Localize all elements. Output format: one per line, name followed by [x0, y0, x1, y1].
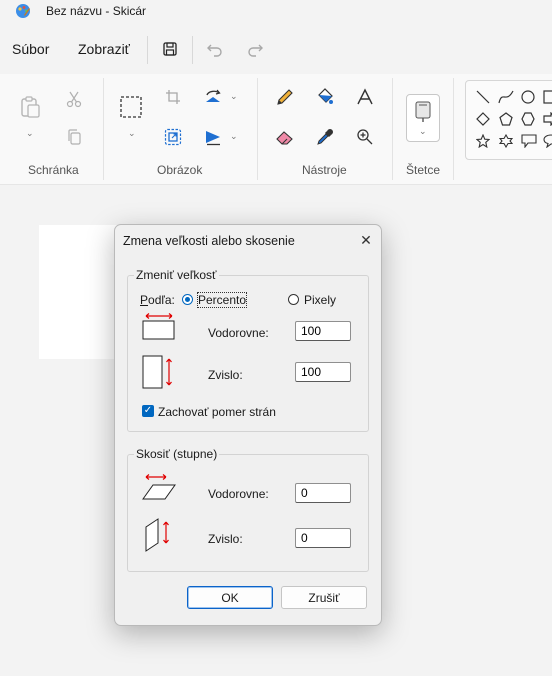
skew-legend: Skosiť (stupne) [134, 447, 220, 461]
cancel-button[interactable]: Zrušiť [281, 586, 367, 609]
arrow-shape-icon[interactable] [543, 112, 552, 126]
skew-vertical-input[interactable] [295, 528, 351, 548]
magnifier-icon[interactable] [352, 124, 378, 150]
line-shape-icon[interactable] [476, 90, 490, 104]
menu-file[interactable]: Súbor [12, 41, 49, 57]
drawing-canvas[interactable] [39, 225, 117, 359]
rotate-icon[interactable] [200, 84, 226, 110]
close-icon[interactable]: ✕ [355, 229, 377, 251]
pixels-radio[interactable] [288, 294, 299, 305]
title-bar: Bez názvu - Skicár [0, 0, 552, 24]
pixels-label[interactable]: Pixely [304, 293, 336, 307]
pentagon-shape-icon[interactable] [499, 112, 513, 126]
text-icon[interactable] [352, 84, 378, 110]
resize-skew-dialog: Zmena veľkosti alebo skosenie ✕ Zmeniť v… [114, 224, 382, 626]
fill-bucket-icon[interactable] [312, 84, 338, 110]
vertical-resize-icon [142, 355, 172, 389]
flip-icon[interactable] [200, 124, 226, 150]
skew-vertical-label: Zvislo: [208, 532, 243, 546]
resize-icon[interactable] [160, 124, 186, 150]
callout-oval-icon[interactable] [543, 134, 552, 148]
color-picker-icon[interactable] [312, 124, 338, 150]
ribbon-divider [103, 78, 104, 180]
ok-button[interactable]: OK [187, 586, 273, 609]
chevron-down-icon[interactable]: ⌄ [230, 91, 238, 102]
chevron-down-icon: ⌄ [419, 126, 427, 136]
oval-shape-icon[interactable] [521, 90, 535, 104]
chevron-down-icon[interactable]: ⌄ [230, 131, 238, 142]
resize-legend: Zmeniť veľkosť [134, 268, 219, 282]
star-shape-icon[interactable] [476, 134, 490, 148]
menu-view[interactable]: Zobraziť [78, 41, 130, 57]
keep-ratio-label[interactable]: Zachovať pomer strán [158, 405, 276, 419]
percent-label[interactable]: Percento [196, 292, 248, 308]
ribbon: ⌄ Schránka ⌄ ⌄ ⌄ Obrázok Nástroje ⌄ Štet… [0, 74, 552, 185]
copy-icon[interactable] [61, 124, 87, 150]
keep-ratio-checkbox[interactable]: ✓ [142, 405, 154, 417]
redo-icon[interactable] [242, 36, 268, 62]
ribbon-divider [453, 78, 454, 180]
skew-group: Skosiť (stupne) Vodorovne: Zvislo: [127, 447, 369, 572]
six-point-star-icon[interactable] [499, 134, 513, 148]
rectangle-shape-icon[interactable] [543, 90, 552, 104]
window-title: Bez názvu - Skicár [46, 4, 147, 18]
skew-horizontal-input[interactable] [295, 483, 351, 503]
group-label-brushes: Štetce [406, 163, 441, 177]
ribbon-divider [392, 78, 393, 180]
resize-vertical-label: Zvislo: [208, 368, 243, 382]
chevron-down-icon[interactable]: ⌄ [26, 128, 34, 139]
cut-icon[interactable] [61, 86, 87, 112]
group-label-tools: Nástroje [302, 163, 347, 177]
menu-divider [147, 36, 148, 64]
ribbon-divider [257, 78, 258, 180]
horizontal-resize-icon [142, 313, 175, 340]
brush-icon [415, 101, 431, 122]
group-label-image: Obrázok [157, 163, 203, 177]
pencil-icon[interactable] [272, 84, 298, 110]
eraser-icon[interactable] [272, 124, 298, 150]
select-icon[interactable] [118, 94, 144, 120]
brushes-button[interactable]: ⌄ [406, 94, 440, 142]
crop-icon[interactable] [160, 84, 186, 110]
save-icon[interactable] [157, 36, 183, 62]
group-label-clipboard: Schránka [28, 163, 79, 177]
resize-horizontal-input[interactable] [295, 321, 351, 341]
paste-icon[interactable] [17, 94, 43, 120]
shapes-gallery [465, 80, 552, 160]
diamond-shape-icon[interactable] [476, 112, 490, 126]
percent-radio[interactable] [182, 294, 193, 305]
menu-bar: Súbor Zobraziť [0, 24, 552, 74]
skew-horizontal-label: Vodorovne: [208, 487, 269, 501]
undo-icon[interactable] [202, 36, 228, 62]
menu-divider [192, 36, 193, 64]
vertical-skew-icon [145, 518, 169, 552]
hexagon-shape-icon[interactable] [521, 112, 535, 126]
chevron-down-icon[interactable]: ⌄ [128, 128, 136, 139]
resize-vertical-input[interactable] [295, 362, 351, 382]
horizontal-skew-icon [142, 474, 176, 500]
paint-palette-icon [16, 4, 30, 18]
curve-shape-icon[interactable] [498, 90, 514, 104]
callout-rect-icon[interactable] [521, 134, 537, 148]
resize-horizontal-label: Vodorovne: [208, 326, 269, 340]
dialog-title: Zmena veľkosti alebo skosenie [123, 234, 295, 248]
by-label: Podľa: [140, 293, 175, 307]
resize-group: Zmeniť veľkosť Podľa: Percento Pixely Vo… [127, 268, 369, 432]
